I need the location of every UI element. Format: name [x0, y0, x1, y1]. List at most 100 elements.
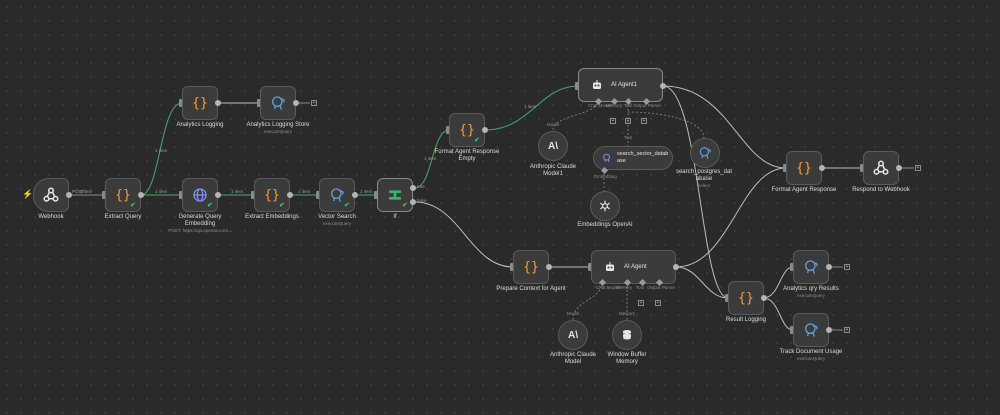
output-port[interactable] [673, 264, 679, 270]
node-format-agent-response[interactable]: {} [786, 151, 822, 185]
sub-port-label: Model [566, 311, 580, 316]
output-port[interactable] [482, 127, 488, 133]
code-braces-icon: {} [738, 290, 754, 306]
code-braces-icon: {} [523, 259, 539, 275]
output-port[interactable] [138, 192, 144, 198]
node-label: AI Agent [624, 264, 647, 270]
node-respond-to-webhook[interactable] [863, 151, 899, 185]
node-label: Webhook [38, 214, 64, 220]
add-output-parser-button[interactable]: + [641, 118, 647, 124]
node-label: Format Agent Response [771, 187, 837, 193]
node-label: Embeddings OpenAI [577, 222, 633, 228]
sub-port-label: Tool [623, 135, 633, 140]
postgres-elephant-icon [272, 96, 285, 110]
node-subtitle: select [698, 183, 710, 188]
output-port-false[interactable] [410, 199, 416, 205]
postgres-elephant-icon [805, 260, 818, 274]
node-label: search_sector_datab ase [617, 151, 669, 164]
node-label: Generate Query Embedding [178, 214, 222, 227]
postgres-elephant-icon [603, 153, 611, 163]
node-analytics-logging-store[interactable] [260, 86, 296, 120]
add-output-parser-button[interactable]: + [655, 300, 661, 306]
node-ai-agent1[interactable]: AI Agent1 [578, 68, 663, 102]
postgres-elephant-icon [699, 147, 711, 159]
code-braces-icon: {} [264, 187, 280, 203]
add-node-button[interactable]: + [844, 327, 850, 333]
node-label: Respond to Webhook [852, 187, 910, 193]
output-port[interactable] [352, 192, 358, 198]
add-tool-button[interactable]: + [625, 118, 631, 124]
edge-label: 1 item [80, 189, 93, 194]
node-analytics-qry-results[interactable] [793, 250, 829, 284]
node-label: Analytics qry Results [783, 286, 839, 292]
output-port[interactable] [826, 264, 832, 270]
node-webhook[interactable] [33, 178, 69, 212]
node-track-document-usage[interactable] [793, 313, 829, 347]
node-subtitle: executeQuery [796, 356, 825, 361]
port-label-chat-model: Chat Model* [596, 285, 621, 290]
openai-icon [599, 200, 611, 212]
node-search-sector-database[interactable]: search_sector_datab ase [593, 146, 673, 170]
edge-label: 1 item [155, 189, 168, 194]
node-search-postgres-database[interactable] [690, 138, 720, 168]
node-label: Track Document Usage [779, 349, 843, 355]
sub-port-label: Model [546, 122, 560, 127]
node-label: Analytics Logging [176, 122, 224, 128]
node-subtitle: executeQuery [263, 129, 292, 134]
success-check-icon: ✔ [474, 137, 480, 144]
output-port[interactable] [819, 165, 825, 171]
code-braces-icon: {} [115, 187, 131, 203]
node-label: Extract Embeddings [245, 214, 299, 220]
output-port[interactable] [660, 83, 666, 89]
output-port[interactable] [287, 192, 293, 198]
node-label: AI Agent1 [611, 82, 638, 88]
webhook-icon [873, 160, 889, 175]
add-node-button[interactable]: + [311, 100, 317, 106]
node-subtitle: executeQuery [322, 221, 351, 226]
node-label: Result Logging [725, 317, 767, 323]
add-node-button[interactable]: + [915, 165, 921, 171]
node-prepare-context[interactable]: {} [513, 250, 549, 284]
add-node-button[interactable]: + [844, 264, 850, 270]
postgres-elephant-icon [805, 323, 818, 337]
anthropic-icon: A\ [548, 140, 558, 152]
node-anthropic-claude-model1[interactable]: A\ [538, 131, 568, 161]
output-port[interactable] [546, 264, 552, 270]
node-subtitle: executeQuery [796, 293, 825, 298]
node-label: search_postgres_dat abase [675, 169, 733, 182]
anthropic-icon: A\ [568, 329, 578, 341]
output-port[interactable] [896, 165, 902, 171]
output-port[interactable] [215, 100, 221, 106]
output-port[interactable] [215, 192, 221, 198]
node-anthropic-claude-model[interactable]: A\ [558, 320, 588, 350]
node-label: Anthropic Claude Model1 [529, 164, 577, 177]
output-port-true[interactable] [410, 185, 416, 191]
sub-port-label: Embedding [594, 174, 617, 179]
trigger-bolt-icon: ⚡ [22, 189, 34, 199]
code-braces-icon: {} [459, 122, 475, 138]
code-braces-icon: {} [192, 95, 208, 111]
node-subtitle: POST: https://api.openai.com/... [168, 228, 232, 233]
webhook-icon [43, 187, 59, 202]
output-port[interactable] [761, 295, 767, 301]
edge-agent1-format [662, 85, 787, 169]
node-analytics-logging[interactable]: {} [182, 86, 218, 120]
add-memory-button[interactable]: + [610, 118, 616, 124]
output-port[interactable] [826, 327, 832, 333]
edge-label: 1 item [298, 189, 311, 194]
edge-label: 1 item [155, 148, 168, 153]
if-false-label: false [417, 198, 427, 203]
node-result-logging[interactable]: {} [728, 281, 764, 315]
postgres-elephant-icon [331, 188, 344, 202]
node-ai-agent[interactable]: AI Agent [591, 250, 676, 284]
node-window-buffer-memory[interactable] [612, 320, 642, 350]
node-label: Prepare Context for Agent [496, 286, 566, 292]
robot-icon [606, 262, 614, 271]
output-port[interactable] [293, 100, 299, 106]
node-embeddings-openai[interactable] [590, 191, 620, 221]
edge-if-prepare [414, 201, 514, 268]
node-label: Analytics Logging Store [246, 122, 310, 128]
globe-icon [193, 188, 207, 202]
edge-result-track [762, 297, 794, 331]
add-tool-button[interactable]: + [638, 300, 644, 306]
